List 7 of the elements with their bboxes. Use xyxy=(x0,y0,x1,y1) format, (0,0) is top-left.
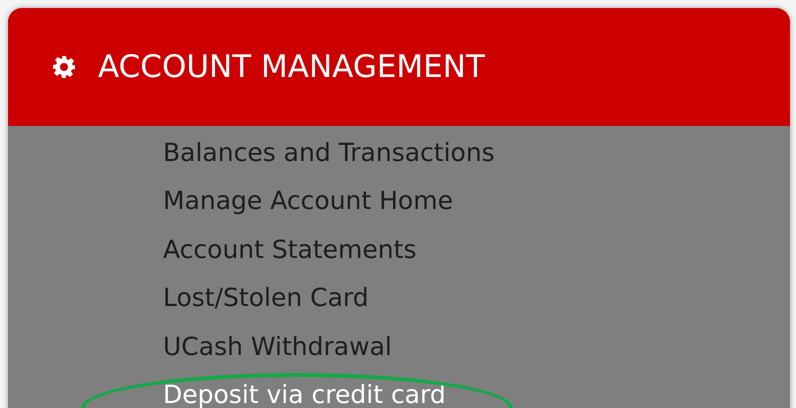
menu-link[interactable]: Balances and Transactions xyxy=(163,138,495,167)
gear-icon xyxy=(52,55,76,79)
panel-title: ACCOUNT MANAGEMENT xyxy=(98,49,485,85)
menu-link[interactable]: Lost/Stolen Card xyxy=(163,283,369,312)
menu-link[interactable]: Account Statements xyxy=(163,234,416,264)
menu-link[interactable]: UCash Withdrawal xyxy=(163,332,392,361)
menu-link[interactable]: Manage Account Home xyxy=(163,186,453,216)
